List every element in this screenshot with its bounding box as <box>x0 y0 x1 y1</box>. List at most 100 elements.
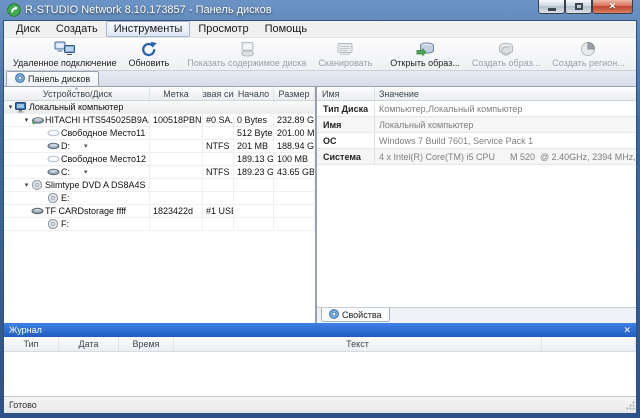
table-row-free-space-12[interactable]: Свободное Место12 189.13 GB 100 MB <box>4 153 315 166</box>
minimize-icon <box>548 8 556 11</box>
device-name: C: <box>61 167 70 177</box>
dvd-drive-icon <box>31 180 45 190</box>
expander-icon[interactable]: ▾ <box>22 114 31 127</box>
expander-icon[interactable]: ▾ <box>22 179 31 192</box>
log-column-time[interactable]: Время <box>119 337 174 352</box>
properties-tab-bar: Свойства <box>317 307 637 323</box>
property-row-system: Система 4 x Intel(R) Core(TM) i5 CPU M 5… <box>317 149 637 165</box>
create-image-icon <box>496 41 516 57</box>
table-row-tf-card[interactable]: TF CARDstorage ffff 1823422d #1 USB <box>4 205 315 218</box>
disc-icon <box>47 219 61 229</box>
device-name: F: <box>61 219 69 229</box>
menu-view[interactable]: Просмотр <box>190 21 256 37</box>
close-icon: ✕ <box>609 1 617 12</box>
device-name: Свободное Место12 <box>61 154 146 164</box>
log-close-icon[interactable]: ✕ <box>623 323 631 337</box>
log-panel-titlebar: Журнал ✕ <box>4 323 636 337</box>
chevron-down-icon[interactable]: ▾ <box>84 142 88 150</box>
panel-tab-bar: Панель дисков <box>4 71 636 87</box>
table-row-partition-c[interactable]: C: ▾ NTFS 189.23 GB 43.65 GB <box>4 166 315 179</box>
column-header-filesystem[interactable]: звая си <box>203 87 234 101</box>
device-name: Slimtype DVD A DS8A4S ... <box>45 180 150 190</box>
partition-icon <box>47 142 61 150</box>
refresh-button[interactable]: Обновить <box>122 39 175 69</box>
open-image-button[interactable]: Открыть образ... <box>384 39 466 69</box>
computer-icon <box>15 102 29 113</box>
maximize-button[interactable] <box>565 0 592 14</box>
window-title: R-STUDIO Network 8.10.173857 - Панель ди… <box>25 4 272 16</box>
device-name: Свободное Место11 <box>61 128 145 138</box>
device-tree-panel: ▲ Устройство/Диск Метка звая си Начало Р… <box>4 87 316 323</box>
chevron-down-icon[interactable]: ▾ <box>84 168 88 176</box>
hard-drive-icon <box>31 116 45 125</box>
device-tree-empty-area <box>4 231 315 323</box>
table-row-drive-e[interactable]: E: <box>4 192 315 205</box>
open-image-icon <box>415 41 435 57</box>
table-row-free-space-11[interactable]: Свободное Место11 512 Bytes 201.00 MB <box>4 127 315 140</box>
device-name: HITACHI HTS545025B9A... <box>45 115 150 125</box>
log-column-type[interactable]: Тип <box>4 337 59 352</box>
expander-icon[interactable]: ▾ <box>6 101 15 114</box>
create-region-label: Создать регион... <box>552 58 625 68</box>
column-header-device[interactable]: ▲ Устройство/Диск <box>4 87 150 101</box>
open-image-label: Открыть образ... <box>390 58 460 68</box>
device-name: TF CARDstorage ffff <box>45 206 126 216</box>
log-column-date[interactable]: Дата <box>59 337 119 352</box>
property-row-disk-type: Тип Диска Компьютер,Локальный компьютер <box>317 101 637 117</box>
menu-bar: Диск Создать Инструменты Просмотр Помощь <box>4 21 636 38</box>
menu-tools[interactable]: Инструменты <box>106 21 191 37</box>
scan-label: Сканировать <box>318 58 372 68</box>
create-virtual-raid-button[interactable]: Создать виртуальный RAID <box>631 39 637 69</box>
menu-help[interactable]: Помощь <box>257 21 316 37</box>
disk-panel-tab-icon <box>15 73 25 85</box>
log-column-filler <box>542 337 636 352</box>
refresh-icon <box>140 41 158 57</box>
menu-disk[interactable]: Диск <box>8 21 48 37</box>
properties-tab-icon <box>329 309 339 321</box>
tab-disk-panel[interactable]: Панель дисков <box>6 71 99 86</box>
column-header-label[interactable]: Метка <box>150 87 203 101</box>
properties-tab-label: Свойства <box>342 310 382 320</box>
properties-panel: Имя Значение Тип Диска Компьютер,Локальн… <box>316 87 637 323</box>
minimize-button[interactable] <box>538 0 565 14</box>
table-row-drive-f[interactable]: F: <box>4 218 315 231</box>
table-row-partition-d[interactable]: D: ▾ NTFS 201 MB 188.94 GB <box>4 140 315 153</box>
close-button[interactable]: ✕ <box>592 0 633 14</box>
table-row-hitachi-drive[interactable]: ▾ HITACHI HTS545025B9A... 100518PBN204..… <box>4 114 315 127</box>
free-space-icon <box>47 155 61 163</box>
show-disk-content-button[interactable]: Показать содержимое диска <box>181 39 312 69</box>
disc-icon <box>47 193 61 203</box>
app-icon <box>7 3 21 17</box>
disk-panel-tab-label: Панель дисков <box>28 74 90 84</box>
menu-create[interactable]: Создать <box>48 21 106 37</box>
table-row-dvd-drive[interactable]: ▾ Slimtype DVD A DS8A4S ... <box>4 179 315 192</box>
create-region-icon <box>579 41 597 57</box>
create-image-button[interactable]: Создать образ... <box>466 39 546 69</box>
log-column-text[interactable]: Текст <box>174 337 542 352</box>
properties-empty-area <box>317 165 637 307</box>
column-header-name[interactable]: Имя <box>317 87 375 101</box>
device-name: E: <box>61 193 70 203</box>
device-name: D: <box>61 141 70 151</box>
create-region-button[interactable]: Создать регион... <box>546 39 631 69</box>
device-tree-header: ▲ Устройство/Диск Метка звая си Начало Р… <box>4 87 315 101</box>
log-panel-title: Журнал <box>9 325 42 335</box>
column-header-size[interactable]: Размер <box>274 87 315 101</box>
log-header: Тип Дата Время Текст <box>4 337 636 352</box>
show-disk-content-icon <box>237 41 257 57</box>
status-text: Готово <box>9 400 37 410</box>
remote-connection-button[interactable]: Удаленное подключение <box>7 39 122 69</box>
resize-grip[interactable] <box>626 401 635 412</box>
scan-icon <box>335 41 355 57</box>
refresh-label: Обновить <box>128 58 169 68</box>
table-row-local-computer[interactable]: ▾ Локальный компьютер <box>4 101 315 114</box>
tab-properties[interactable]: Свойства <box>321 308 390 322</box>
sort-asc-icon: ▲ <box>74 87 80 91</box>
column-header-start[interactable]: Начало <box>234 87 274 101</box>
scan-button[interactable]: Сканировать <box>312 39 378 69</box>
title-bar: R-STUDIO Network 8.10.173857 - Панель ди… <box>3 0 637 20</box>
property-row-os: ОС Windows 7 Build 7601, Service Pack 1 <box>317 133 637 149</box>
property-row-name: Имя Локальный компьютер <box>317 117 637 133</box>
column-header-value[interactable]: Значение <box>375 87 637 101</box>
main-area: ▲ Устройство/Диск Метка звая си Начало Р… <box>4 87 636 323</box>
